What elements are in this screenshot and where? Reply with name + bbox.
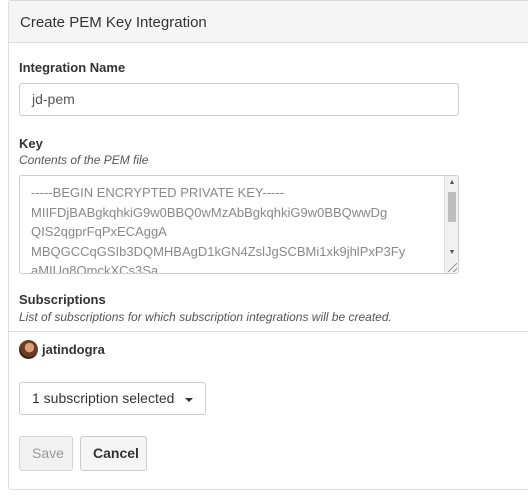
textarea-scrollbar[interactable]: ▲ ▼ [444,176,458,273]
integration-name-label: Integration Name [19,60,126,75]
scroll-down-icon[interactable]: ▼ [445,246,458,260]
subscriptions-label: Subscriptions [19,292,106,307]
avatar [19,340,38,359]
key-textarea[interactable]: -----BEGIN ENCRYPTED PRIVATE KEY----- MI… [19,175,459,274]
divider [8,331,528,332]
subscription-user: jatindogra [42,342,105,357]
page-title: Create PEM Key Integration [20,14,207,31]
key-textarea-content: -----BEGIN ENCRYPTED PRIVATE KEY----- MI… [31,185,406,274]
chevron-down-icon [185,398,193,402]
scroll-thumb[interactable] [448,192,456,222]
cancel-button[interactable]: Cancel [80,436,147,471]
key-help-text: Contents of the PEM file [19,153,149,167]
resize-grip-icon[interactable] [448,263,457,272]
key-label: Key [19,136,43,151]
panel-heading: Create PEM Key Integration [9,1,528,43]
save-button[interactable]: Save [19,436,73,471]
integration-name-input[interactable]: jd-pem [19,83,459,116]
scroll-up-icon[interactable]: ▲ [445,176,458,190]
subscriptions-help-text: List of subscriptions for which subscrip… [19,310,392,324]
subscription-select-dropdown[interactable]: 1 subscription selected [19,382,206,415]
dropdown-label: 1 subscription selected [32,390,175,406]
